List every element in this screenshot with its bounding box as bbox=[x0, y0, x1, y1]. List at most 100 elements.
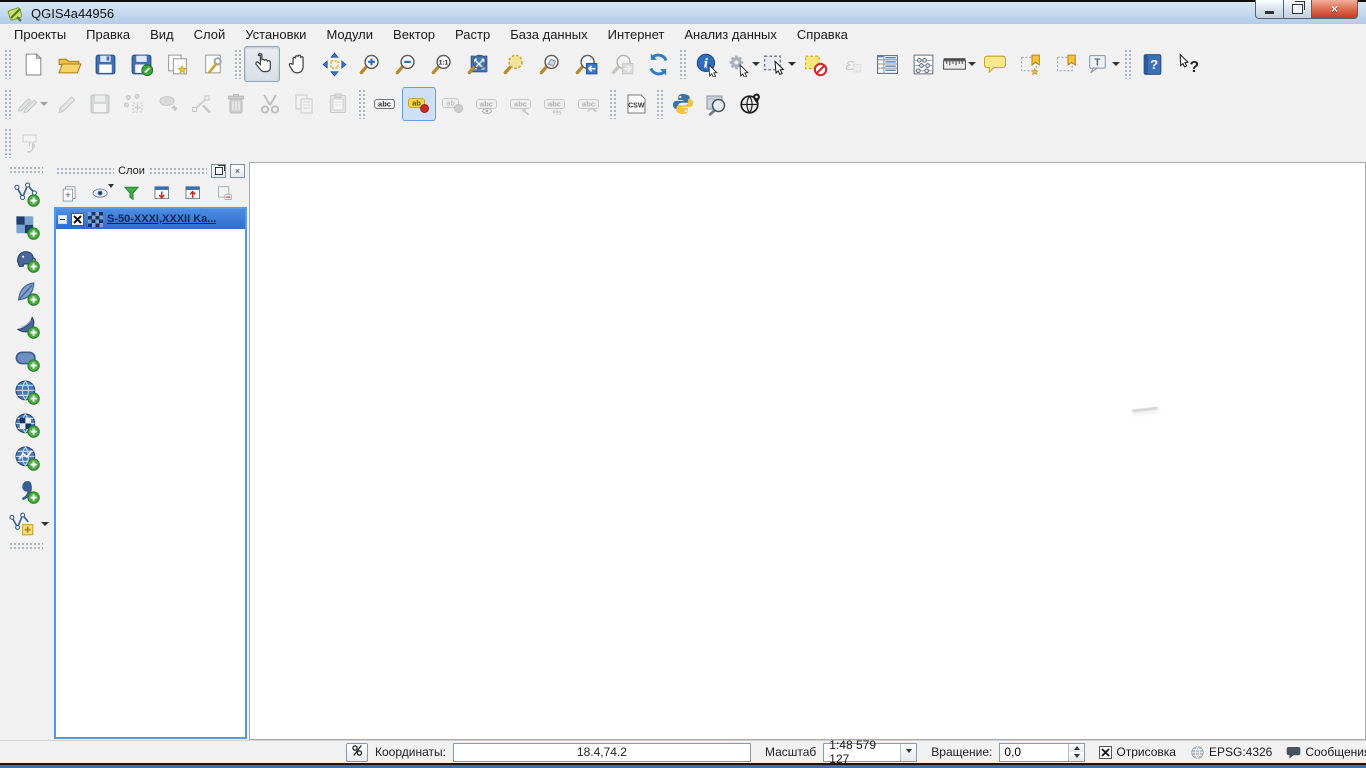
collapse-all-button[interactable] bbox=[180, 182, 207, 205]
current-edits-button[interactable] bbox=[15, 87, 49, 121]
node-tool-button[interactable] bbox=[185, 87, 219, 121]
identify-features-button[interactable]: i bbox=[689, 46, 725, 82]
menu-item-2[interactable]: Правка bbox=[76, 26, 140, 43]
move-label-button[interactable]: abc bbox=[538, 87, 572, 121]
menu-item-8[interactable]: Растр bbox=[445, 26, 500, 43]
add-wcs-layer[interactable] bbox=[8, 408, 44, 441]
add-postgis-layer[interactable] bbox=[8, 243, 44, 276]
collapse-expander-icon[interactable] bbox=[58, 215, 67, 224]
help-contents-button[interactable]: ? bbox=[1134, 46, 1170, 82]
add-mssql-layer[interactable] bbox=[8, 309, 44, 342]
menu-item-5[interactable]: Установки bbox=[235, 26, 316, 43]
add-oracle-layer[interactable] bbox=[8, 342, 44, 375]
rotate-label-button[interactable]: abc bbox=[572, 87, 606, 121]
show-bookmarks-button[interactable] bbox=[1049, 46, 1085, 82]
float-panel-button[interactable] bbox=[211, 164, 226, 178]
save-project-as-button[interactable] bbox=[123, 46, 159, 82]
highlight-pinned-labels-button[interactable]: abc bbox=[470, 87, 504, 121]
menu-item-6[interactable]: Модули bbox=[316, 26, 383, 43]
move-feature-button[interactable] bbox=[151, 87, 185, 121]
map-canvas[interactable] bbox=[249, 162, 1366, 740]
zoom-to-selection-button[interactable] bbox=[496, 46, 532, 82]
deselect-features-button[interactable] bbox=[797, 46, 833, 82]
remove-layer-button[interactable] bbox=[211, 182, 238, 205]
add-wms-layer[interactable] bbox=[8, 375, 44, 408]
zoom-to-layer-button[interactable] bbox=[532, 46, 568, 82]
scale-combobox[interactable]: 1:48 579 127 bbox=[823, 743, 917, 762]
menu-item-7[interactable]: Вектор bbox=[383, 26, 445, 43]
add-wfs-layer[interactable] bbox=[8, 441, 44, 474]
rotation-spinbox[interactable] bbox=[999, 743, 1085, 762]
zoom-in-button[interactable] bbox=[352, 46, 388, 82]
menu-item-3[interactable]: Вид bbox=[140, 26, 184, 43]
filter-legend-button[interactable] bbox=[118, 182, 145, 205]
close-button[interactable]: × bbox=[1312, 0, 1358, 19]
new-bookmark-button[interactable] bbox=[1013, 46, 1049, 82]
menu-item-4[interactable]: Слой bbox=[184, 26, 236, 43]
layer-visibility-checkbox[interactable] bbox=[71, 213, 84, 226]
close-panel-button[interactable]: × bbox=[230, 164, 245, 178]
layer-labeling-options-button[interactable]: abc bbox=[368, 87, 402, 121]
add-feature-button[interactable] bbox=[117, 87, 151, 121]
add-spatialite-layer[interactable] bbox=[8, 276, 44, 309]
change-label-button[interactable] bbox=[15, 126, 49, 160]
restore-button[interactable] bbox=[1284, 0, 1312, 19]
rotation-input[interactable] bbox=[1000, 744, 1068, 761]
add-vector-layer[interactable] bbox=[8, 177, 44, 210]
add-postgis-layer-button[interactable] bbox=[8, 243, 44, 276]
add-group-button[interactable] bbox=[56, 182, 83, 205]
menu-item-1[interactable]: Проекты bbox=[4, 26, 76, 43]
add-delimited-text-layer[interactable] bbox=[8, 474, 44, 507]
add-delimited-text-layer-button[interactable] bbox=[8, 474, 44, 507]
zoom-next-button[interactable] bbox=[604, 46, 640, 82]
map-tips-button[interactable] bbox=[977, 46, 1013, 82]
zoom-native-resolution-button[interactable]: 1:1 bbox=[424, 46, 460, 82]
map-search-plugin-button[interactable] bbox=[700, 87, 734, 121]
expand-all-button[interactable] bbox=[149, 182, 176, 205]
osm-place-search-button[interactable] bbox=[734, 87, 768, 121]
minimize-button[interactable] bbox=[1255, 0, 1284, 19]
pin-unpin-labels-button[interactable]: abc bbox=[504, 87, 538, 121]
menu-item-10[interactable]: Интернет bbox=[598, 26, 675, 43]
new-print-composer-button[interactable] bbox=[159, 46, 195, 82]
menu-item-12[interactable]: Справка bbox=[787, 26, 858, 43]
layers-tree[interactable]: S-50-XXXI,XXXII Ka... bbox=[54, 207, 247, 739]
metasearch-csw-button[interactable]: CSW bbox=[619, 87, 653, 121]
spin-down-button[interactable] bbox=[1069, 752, 1084, 761]
scale-dropdown-button[interactable] bbox=[900, 744, 916, 761]
add-wms-layer-button[interactable] bbox=[8, 375, 44, 408]
add-raster-layer-button[interactable] bbox=[8, 210, 44, 243]
add-wfs-layer-button[interactable] bbox=[8, 441, 44, 474]
render-toggle[interactable]: Отрисовка bbox=[1099, 745, 1176, 759]
messages-button[interactable]: Сообщения bbox=[1286, 745, 1366, 760]
measure-line-button[interactable] bbox=[941, 46, 977, 82]
text-annotation-button[interactable]: T bbox=[1085, 46, 1121, 82]
layer-item[interactable]: S-50-XXXI,XXXII Ka... bbox=[56, 209, 245, 229]
composer-manager-button[interactable] bbox=[195, 46, 231, 82]
open-attribute-table-button[interactable] bbox=[869, 46, 905, 82]
open-project-button[interactable] bbox=[51, 46, 87, 82]
spin-up-button[interactable] bbox=[1069, 744, 1084, 753]
touch-zoom-and-pan-button[interactable] bbox=[244, 46, 280, 82]
select-by-expression-button[interactable]: ε bbox=[833, 46, 869, 82]
add-vector-layer-button[interactable] bbox=[8, 177, 44, 210]
coordinates-input[interactable] bbox=[453, 743, 751, 762]
add-raster-layer[interactable] bbox=[8, 210, 44, 243]
python-console-button[interactable] bbox=[666, 87, 700, 121]
pan-to-selection-button[interactable] bbox=[316, 46, 352, 82]
toggle-extents-button[interactable] bbox=[346, 743, 368, 762]
whats-this-button[interactable]: ? bbox=[1170, 46, 1206, 82]
paste-features-button[interactable] bbox=[321, 87, 355, 121]
new-shapefile-layer-button[interactable] bbox=[4, 507, 49, 540]
cut-features-button[interactable] bbox=[253, 87, 287, 121]
new-shapefile-layer[interactable] bbox=[4, 507, 40, 540]
add-mssql-layer-button[interactable] bbox=[8, 309, 44, 342]
zoom-full-extent-button[interactable] bbox=[460, 46, 496, 82]
layer-diagram-options-button[interactable]: ab bbox=[436, 87, 470, 121]
toggle-editing-button[interactable] bbox=[49, 87, 83, 121]
add-spatialite-layer-button[interactable] bbox=[8, 276, 44, 309]
run-feature-action-button[interactable] bbox=[725, 46, 761, 82]
save-layer-edits-button[interactable] bbox=[83, 87, 117, 121]
add-wcs-layer-button[interactable] bbox=[8, 408, 44, 441]
new-project-button[interactable] bbox=[15, 46, 51, 82]
